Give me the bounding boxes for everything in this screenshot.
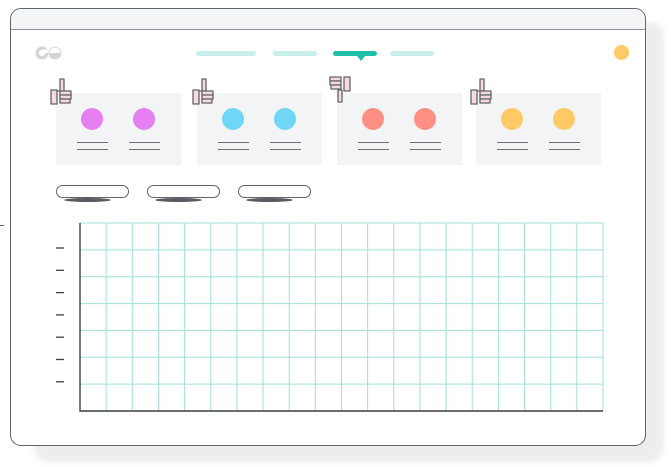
text-placeholder-line bbox=[549, 149, 580, 151]
status-dot bbox=[553, 108, 575, 130]
text-placeholder-line bbox=[218, 149, 249, 151]
status-dot bbox=[414, 108, 436, 130]
text-placeholder-line bbox=[497, 149, 528, 151]
nav-tab-1[interactable] bbox=[196, 51, 256, 56]
button-shadow bbox=[64, 198, 111, 202]
status-dot bbox=[222, 108, 244, 130]
grid-chart bbox=[56, 222, 604, 412]
text-placeholder-line bbox=[77, 142, 108, 144]
button-shadow bbox=[155, 198, 202, 202]
thumbs-up-icon[interactable] bbox=[190, 77, 216, 107]
thumbs-up-icon[interactable] bbox=[468, 77, 494, 107]
text-placeholder-line bbox=[497, 142, 528, 144]
nav-tab-2[interactable] bbox=[273, 51, 317, 56]
top-nav bbox=[196, 48, 446, 62]
nav-tab-4[interactable] bbox=[390, 51, 434, 56]
text-placeholder-line bbox=[270, 142, 301, 144]
thumbs-down-icon[interactable] bbox=[328, 75, 354, 105]
text-placeholder-line bbox=[129, 149, 160, 151]
logo-icon bbox=[35, 46, 62, 60]
text-placeholder-line bbox=[358, 149, 389, 151]
filter-button-1[interactable] bbox=[56, 185, 129, 198]
title-bar bbox=[11, 9, 645, 30]
thumbs-up-icon[interactable] bbox=[48, 77, 74, 107]
status-dot bbox=[362, 108, 384, 130]
active-tab-indicator-icon bbox=[357, 56, 365, 61]
button-shadow bbox=[246, 198, 293, 202]
text-placeholder-line bbox=[358, 142, 389, 144]
text-placeholder-line bbox=[270, 149, 301, 151]
text-placeholder-line bbox=[77, 149, 108, 151]
filter-button-2[interactable] bbox=[147, 185, 220, 198]
text-placeholder-line bbox=[410, 149, 441, 151]
status-dot bbox=[274, 108, 296, 130]
status-dot bbox=[133, 108, 155, 130]
status-dot bbox=[81, 108, 103, 130]
nav-tab-3[interactable] bbox=[333, 51, 377, 56]
summary-card bbox=[337, 93, 462, 165]
text-placeholder-line bbox=[218, 142, 249, 144]
avatar[interactable] bbox=[614, 45, 629, 60]
edge-tick bbox=[0, 225, 4, 227]
text-placeholder-line bbox=[129, 142, 160, 144]
text-placeholder-line bbox=[549, 142, 580, 144]
filter-button-3[interactable] bbox=[238, 185, 311, 198]
status-dot bbox=[501, 108, 523, 130]
summary-card bbox=[476, 93, 601, 165]
text-placeholder-line bbox=[410, 142, 441, 144]
summary-card bbox=[56, 93, 181, 165]
app-window bbox=[10, 8, 646, 446]
